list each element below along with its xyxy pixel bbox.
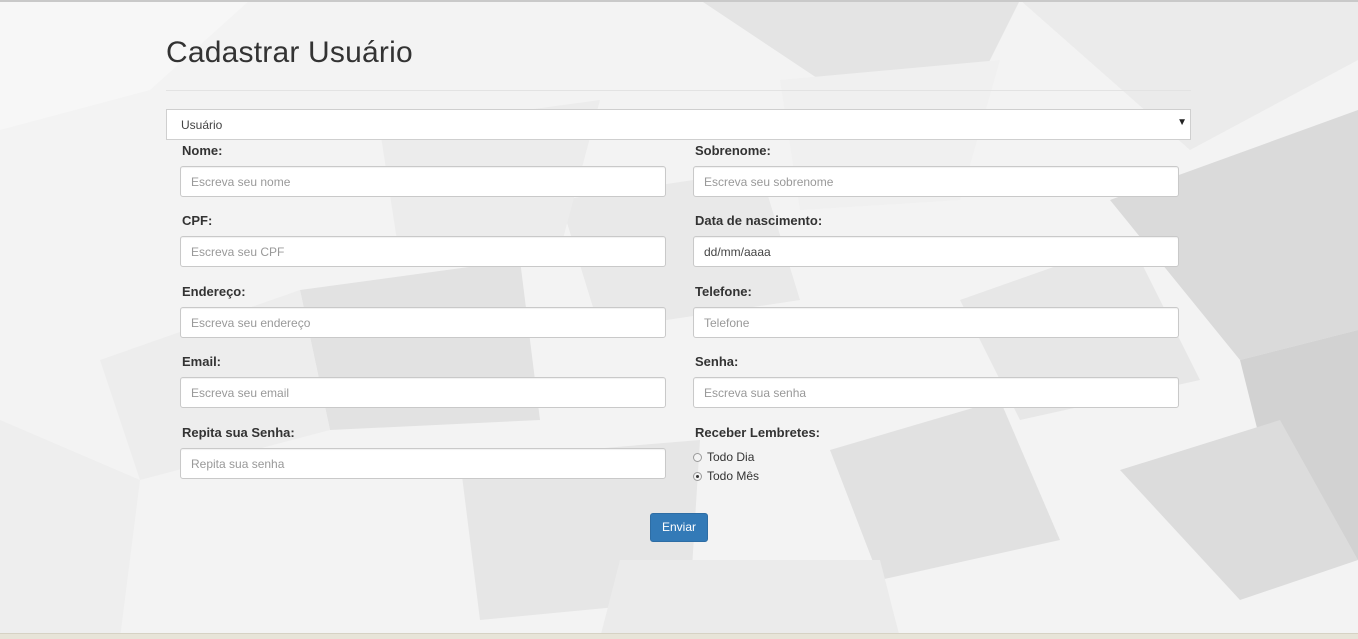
- cpf-label: CPF:: [182, 213, 213, 228]
- page-title: Cadastrar Usuário: [166, 36, 413, 69]
- title-divider: [166, 90, 1191, 91]
- user-type-selected-value: Usuário: [181, 118, 223, 132]
- senha-label: Senha:: [695, 354, 739, 369]
- endereco-label: Endereço:: [182, 284, 246, 299]
- radio-todo-mes[interactable]: Todo Mês: [693, 469, 759, 483]
- birthdate-input[interactable]: dd/mm/aaaa: [693, 236, 1179, 267]
- register-form-page: Cadastrar Usuário Usuário ▼ Nome: Escrev…: [0, 0, 1358, 638]
- chevron-down-icon: ▼: [1177, 117, 1187, 128]
- nome-label: Nome:: [182, 143, 223, 158]
- sobrenome-label: Sobrenome:: [695, 143, 771, 158]
- radio-todo-dia-circle[interactable]: [693, 452, 702, 462]
- user-type-select[interactable]: Usuário ▼: [166, 109, 1191, 140]
- lembretes-label: Receber Lembretes:: [695, 425, 820, 440]
- telefone-label: Telefone:: [695, 284, 752, 299]
- radio-todo-dia-label: Todo Dia: [707, 450, 755, 464]
- repita-senha-label: Repita sua Senha:: [182, 425, 295, 440]
- birthdate-label: Data de nascimento:: [695, 213, 823, 228]
- radio-todo-mes-label: Todo Mês: [707, 469, 760, 483]
- endereco-input[interactable]: Escreva seu endereço: [180, 307, 666, 338]
- radio-todo-mes-circle[interactable]: [693, 471, 702, 481]
- radio-todo-dia[interactable]: Todo Dia: [693, 450, 754, 464]
- nome-input[interactable]: Escreva seu nome: [180, 166, 666, 197]
- cpf-input[interactable]: Escreva seu CPF: [180, 236, 666, 267]
- sobrenome-input[interactable]: Escreva seu sobrenome: [693, 166, 1179, 197]
- submit-button[interactable]: Enviar: [650, 513, 708, 542]
- telefone-input[interactable]: Telefone: [693, 307, 1179, 338]
- senha-input[interactable]: Escreva sua senha: [693, 377, 1179, 408]
- top-border: [0, 0, 1358, 2]
- email-input[interactable]: Escreva seu email: [180, 377, 666, 408]
- email-label: Email:: [182, 354, 222, 369]
- repita-senha-input[interactable]: Repita sua senha: [180, 448, 666, 479]
- bottom-border: [0, 633, 1358, 639]
